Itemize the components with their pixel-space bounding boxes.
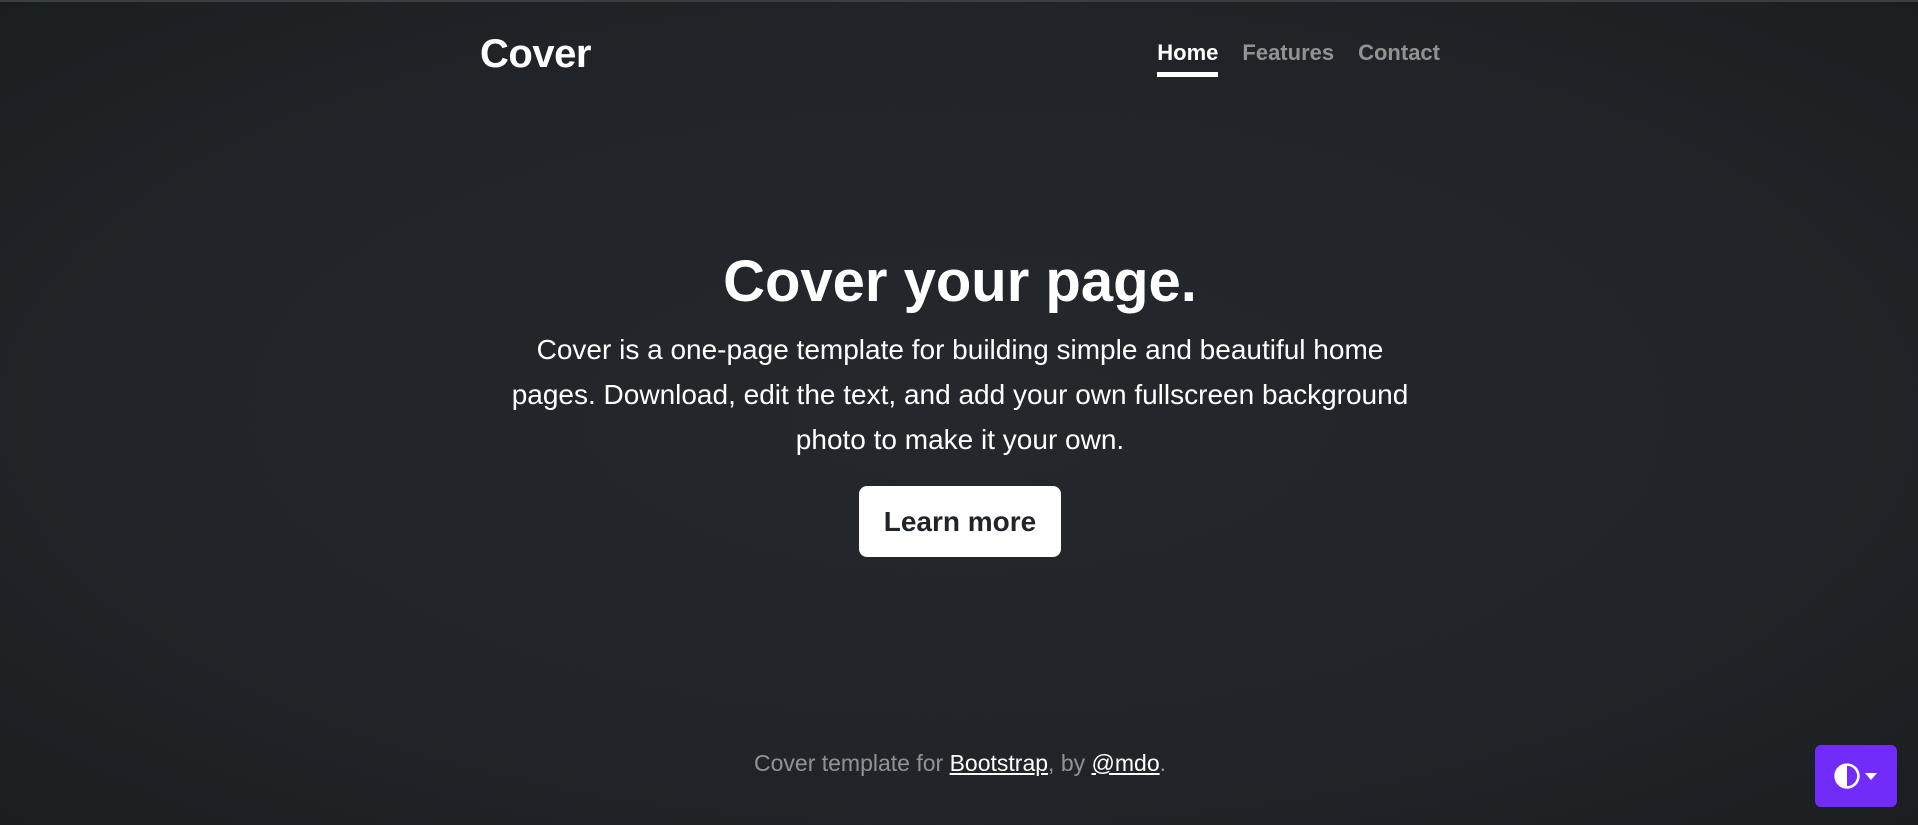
circle-half-icon [1834,763,1860,789]
nav-link-features[interactable]: Features [1242,40,1334,77]
nav-link-home[interactable]: Home [1157,40,1219,77]
mdo-link[interactable]: @mdo [1092,750,1160,776]
hero-section: Cover your page. Cover is a one-page tem… [480,247,1440,557]
site-footer: Cover template for Bootstrap, by @mdo. [480,750,1440,777]
footer-suffix: . [1159,750,1166,776]
caret-down-icon [1864,771,1878,781]
brand-logo[interactable]: Cover [480,32,591,77]
learn-more-button[interactable]: Learn more [858,485,1062,557]
footer-prefix: Cover template for [754,750,950,776]
lead-paragraph: Cover is a one-page template for buildin… [511,333,1409,455]
bootstrap-link[interactable]: Bootstrap [950,750,1048,776]
page-title: Cover your page. [723,249,1197,314]
site-header: Cover Home Features Contact [480,32,1440,82]
footer-middle: , by [1048,750,1092,776]
main-nav: Home Features Contact [1157,40,1440,77]
nav-link-contact[interactable]: Contact [1358,40,1440,77]
cover-container: Cover Home Features Contact Cover your p… [480,2,1440,825]
theme-toggle-button[interactable] [1815,745,1897,807]
